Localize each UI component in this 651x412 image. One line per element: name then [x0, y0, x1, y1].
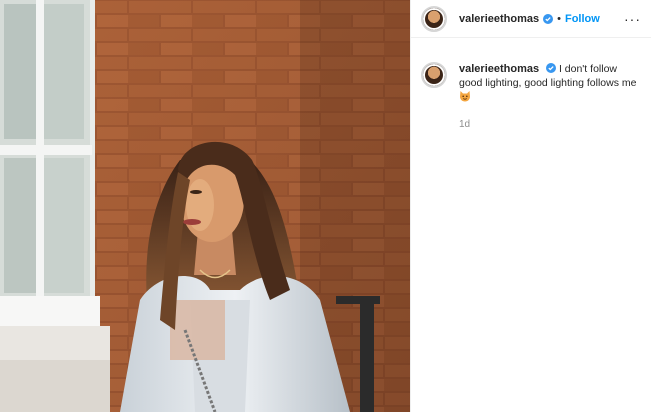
post-timestamp[interactable]: 1d [459, 118, 637, 132]
more-options-icon[interactable]: ··· [624, 12, 641, 26]
caption-comment: valerieethomas I don't follow good light… [411, 38, 651, 132]
post-header: valerieethomas • Follow ··· [411, 0, 651, 38]
post-side-panel: valerieethomas • Follow ··· valerieethom… [410, 0, 651, 412]
caption-body: valerieethomas I don't follow good light… [459, 62, 637, 132]
caption-username[interactable]: valerieethomas [459, 63, 539, 75]
post-photo[interactable] [0, 0, 410, 412]
header-username[interactable]: valerieethomas [459, 13, 539, 25]
verified-badge-icon [543, 13, 554, 24]
avatar[interactable] [421, 5, 447, 32]
verified-badge-icon [546, 63, 557, 73]
caption-avatar[interactable] [421, 62, 447, 88]
smiling-cat-emoji-icon [460, 91, 470, 102]
separator-dot: • [557, 12, 561, 25]
follow-button[interactable]: Follow [565, 13, 600, 25]
photo-illustration [0, 0, 410, 412]
